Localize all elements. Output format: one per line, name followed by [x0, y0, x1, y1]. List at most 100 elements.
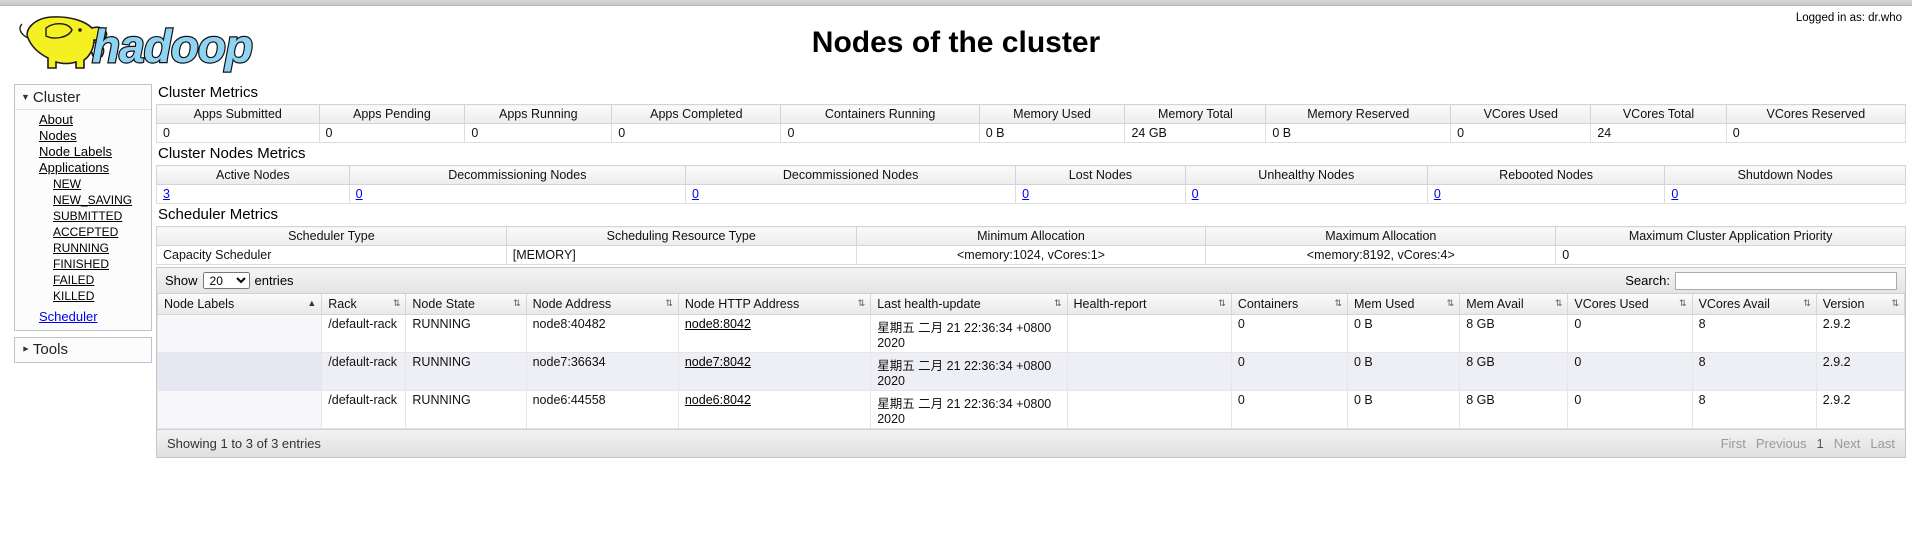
col-rack[interactable]: ⇅ Rack [321, 294, 407, 315]
cell-node-http-address[interactable]: node7:8042 [677, 352, 872, 391]
cell-version: 2.9.2 [1815, 390, 1906, 429]
val-containers-running: 0 [780, 123, 980, 143]
table-row[interactable]: /default-rack RUNNING node6:44558 node6:… [156, 390, 1906, 429]
sidebar-tools-block[interactable]: ▼ Tools [14, 337, 152, 363]
entries-label: entries [254, 273, 294, 288]
cell-node-http-address[interactable]: node6:8042 [677, 390, 872, 429]
table-header-row: Scheduler Type Scheduling Resource Type … [156, 226, 1906, 246]
col-health-report[interactable]: ⇅ Health-report [1066, 294, 1232, 315]
sidebar-item-applications[interactable]: Applications NEW NEW_SAVING SUBMITTED AC… [39, 160, 151, 304]
cluster-metrics-table: Apps Submitted Apps Pending Apps Running… [156, 104, 1907, 143]
col-last-health-update[interactable]: ⇅ Last health-update [870, 294, 1068, 315]
sidebar-link-accepted[interactable]: ACCEPTED [53, 225, 118, 239]
cell-node-address: node6:44558 [525, 390, 679, 429]
sidebar-link-running[interactable]: RUNNING [53, 241, 109, 255]
sidebar-item-about[interactable]: About [39, 112, 151, 128]
val-active-nodes[interactable]: 3 [156, 184, 350, 204]
pagination: First Previous 1 Next Last [1721, 436, 1895, 451]
col-version[interactable]: ⇅ Version [1815, 294, 1906, 315]
sidebar-item-node-labels[interactable]: Node Labels [39, 144, 151, 160]
col-shutdown-nodes: Shutdown Nodes [1664, 165, 1906, 185]
table-row[interactable]: /default-rack RUNNING node8:40482 node8:… [156, 314, 1906, 353]
col-minimum-allocation: Minimum Allocation [855, 226, 1207, 246]
sidebar-item-running[interactable]: RUNNING [53, 240, 151, 256]
node-http-link[interactable]: node6:8042 [685, 393, 751, 407]
col-node-address[interactable]: ⇅ Node Address [525, 294, 679, 315]
sidebar-item-accepted[interactable]: ACCEPTED [53, 224, 151, 240]
cluster-metrics-title: Cluster Metrics [158, 84, 259, 101]
col-decommissioned-nodes: Decommissioned Nodes [685, 165, 1017, 185]
cell-health-report [1066, 314, 1232, 353]
col-vcores-used[interactable]: ⇅ VCores Used [1567, 294, 1693, 315]
sidebar-link-finished[interactable]: FINISHED [53, 257, 109, 271]
sidebar-link-new[interactable]: NEW [53, 177, 81, 191]
search-input[interactable] [1675, 271, 1897, 290]
link-decommissioning-nodes[interactable]: 0 [356, 187, 363, 201]
sidebar-item-finished[interactable]: FINISHED [53, 256, 151, 272]
link-active-nodes[interactable]: 3 [163, 187, 170, 201]
sort-icon: ⇅ [513, 298, 520, 308]
sidebar-item-submitted[interactable]: SUBMITTED [53, 208, 151, 224]
sidebar-link-killed[interactable]: KILLED [53, 289, 94, 303]
link-unhealthy-nodes[interactable]: 0 [1192, 187, 1199, 201]
sidebar-link-failed[interactable]: FAILED [53, 273, 94, 287]
link-shutdown-nodes[interactable]: 0 [1671, 187, 1678, 201]
cell-node-http-address[interactable]: node8:8042 [677, 314, 872, 353]
sidebar-link-about[interactable]: About [39, 112, 73, 127]
col-active-nodes: Active Nodes [156, 165, 350, 185]
sidebar-link-nodes[interactable]: Nodes [39, 128, 77, 143]
val-lost-nodes[interactable]: 0 [1015, 184, 1186, 204]
val-apps-submitted: 0 [156, 123, 320, 143]
node-http-link[interactable]: node7:8042 [685, 355, 751, 369]
sidebar-section-tools-label: Tools [32, 341, 68, 358]
val-apps-pending: 0 [318, 123, 466, 143]
col-mem-used-label: Mem Used [1354, 297, 1415, 311]
table-row[interactable]: /default-rack RUNNING node7:36634 node7:… [156, 352, 1906, 391]
val-vcores-reserved: 0 [1725, 123, 1907, 143]
sidebar-item-scheduler[interactable]: Scheduler [15, 304, 151, 326]
col-node-state[interactable]: ⇅ Node State [405, 294, 527, 315]
sidebar-item-killed[interactable]: KILLED [53, 288, 151, 304]
scheduler-metrics-table: Scheduler Type Scheduling Resource Type … [156, 226, 1906, 265]
col-mem-avail[interactable]: ⇅ Mem Avail [1459, 294, 1569, 315]
cell-node-labels [156, 390, 323, 429]
page-length-select[interactable]: 20 40 60 80 100 [202, 272, 250, 289]
sidebar-link-applications[interactable]: Applications [39, 160, 109, 175]
cell-mem-used: 0 B [1346, 352, 1461, 391]
val-rebooted-nodes[interactable]: 0 [1426, 184, 1666, 204]
col-node-http-address[interactable]: ⇅ Node HTTP Address [677, 294, 872, 315]
cell-mem-used: 0 B [1346, 390, 1461, 429]
col-containers[interactable]: ⇅ Containers [1230, 294, 1349, 315]
link-rebooted-nodes[interactable]: 0 [1434, 187, 1441, 201]
col-unhealthy-nodes: Unhealthy Nodes [1184, 165, 1428, 185]
sidebar-item-nodes[interactable]: Nodes [39, 128, 151, 144]
val-decommissioned-nodes[interactable]: 0 [685, 184, 1017, 204]
val-shutdown-nodes[interactable]: 0 [1664, 184, 1906, 204]
node-http-link[interactable]: node8:8042 [685, 317, 751, 331]
sidebar-link-scheduler[interactable]: Scheduler [39, 309, 98, 324]
col-vcores-avail[interactable]: ⇅ VCores Avail [1691, 294, 1817, 315]
sidebar-section-cluster[interactable]: ▼ Cluster [15, 87, 151, 110]
val-decommissioning-nodes[interactable]: 0 [348, 184, 687, 204]
pagination-next[interactable]: Next [1834, 436, 1861, 451]
cell-health-report [1066, 390, 1232, 429]
col-node-labels[interactable]: ▲ Node Labels [156, 294, 323, 315]
col-mem-used[interactable]: ⇅ Mem Used [1346, 294, 1461, 315]
sidebar-link-node-labels[interactable]: Node Labels [39, 144, 112, 159]
sidebar-item-failed[interactable]: FAILED [53, 272, 151, 288]
sidebar-link-new-saving[interactable]: NEW_SAVING [53, 193, 132, 207]
sidebar-application-states: NEW NEW_SAVING SUBMITTED ACCEPTED RUNNIN… [39, 176, 151, 304]
cell-vcores-avail: 8 [1691, 314, 1817, 353]
link-decommissioned-nodes[interactable]: 0 [692, 187, 699, 201]
pagination-previous[interactable]: Previous [1756, 436, 1807, 451]
sidebar-link-submitted[interactable]: SUBMITTED [53, 209, 122, 223]
pagination-page-1[interactable]: 1 [1816, 436, 1823, 451]
link-lost-nodes[interactable]: 0 [1022, 187, 1029, 201]
sidebar-item-new[interactable]: NEW [53, 176, 151, 192]
pagination-last[interactable]: Last [1870, 436, 1895, 451]
val-unhealthy-nodes[interactable]: 0 [1184, 184, 1428, 204]
sidebar-item-new-saving[interactable]: NEW_SAVING [53, 192, 151, 208]
col-scheduling-resource-type: Scheduling Resource Type [505, 226, 857, 246]
col-node-http-address-label: Node HTTP Address [684, 297, 800, 311]
pagination-first[interactable]: First [1721, 436, 1746, 451]
